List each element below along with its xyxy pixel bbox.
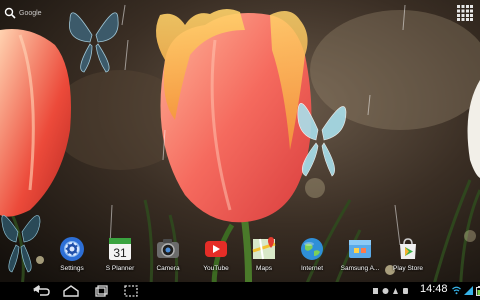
system-status-icons — [452, 286, 480, 296]
app-samsung-apps[interactable]: Samsung A... — [334, 234, 386, 282]
google-search-bar[interactable]: Google — [4, 5, 42, 21]
calendar-date: 31 — [113, 246, 127, 260]
app-camera[interactable]: Camera — [142, 234, 194, 282]
samsung-apps-icon — [349, 240, 371, 258]
clock: 14:48 — [420, 283, 448, 295]
youtube-icon — [205, 241, 227, 257]
battery-icon — [476, 286, 480, 296]
apps-grid-icon[interactable] — [456, 4, 474, 22]
app-s-planner[interactable]: 31 S Planner — [94, 234, 146, 282]
settings-gear-icon — [60, 237, 84, 261]
notification-icon — [393, 288, 398, 294]
calendar-icon: 31 — [109, 238, 131, 260]
camera-icon — [157, 239, 179, 258]
app-label: Play Store — [393, 265, 423, 272]
app-youtube[interactable]: YouTube — [190, 234, 242, 282]
app-internet[interactable]: Internet — [286, 234, 338, 282]
notification-icon — [403, 288, 408, 294]
notification-icon — [373, 288, 378, 294]
wifi-icon — [452, 286, 461, 295]
globe-icon — [301, 238, 323, 260]
maps-icon — [252, 237, 276, 260]
search-icon — [4, 7, 16, 19]
notification-icons — [372, 285, 409, 297]
screenshot-icon[interactable] — [120, 284, 142, 298]
app-play-store[interactable]: Play Store — [382, 234, 434, 282]
system-bar: 14:48 — [0, 282, 480, 300]
signal-icon — [464, 286, 473, 295]
notification-icon — [382, 288, 389, 294]
app-dock: Settings 31 S Planner Camera YouTube Map… — [0, 234, 480, 282]
back-icon[interactable] — [30, 284, 52, 298]
app-maps[interactable]: Maps — [238, 234, 290, 282]
search-label: Google — [19, 9, 42, 17]
app-settings[interactable]: Settings — [46, 234, 98, 282]
home-icon[interactable] — [60, 284, 82, 298]
recent-apps-icon[interactable] — [90, 284, 112, 298]
top-bar: Google — [0, 0, 480, 28]
play-store-icon — [400, 238, 416, 259]
